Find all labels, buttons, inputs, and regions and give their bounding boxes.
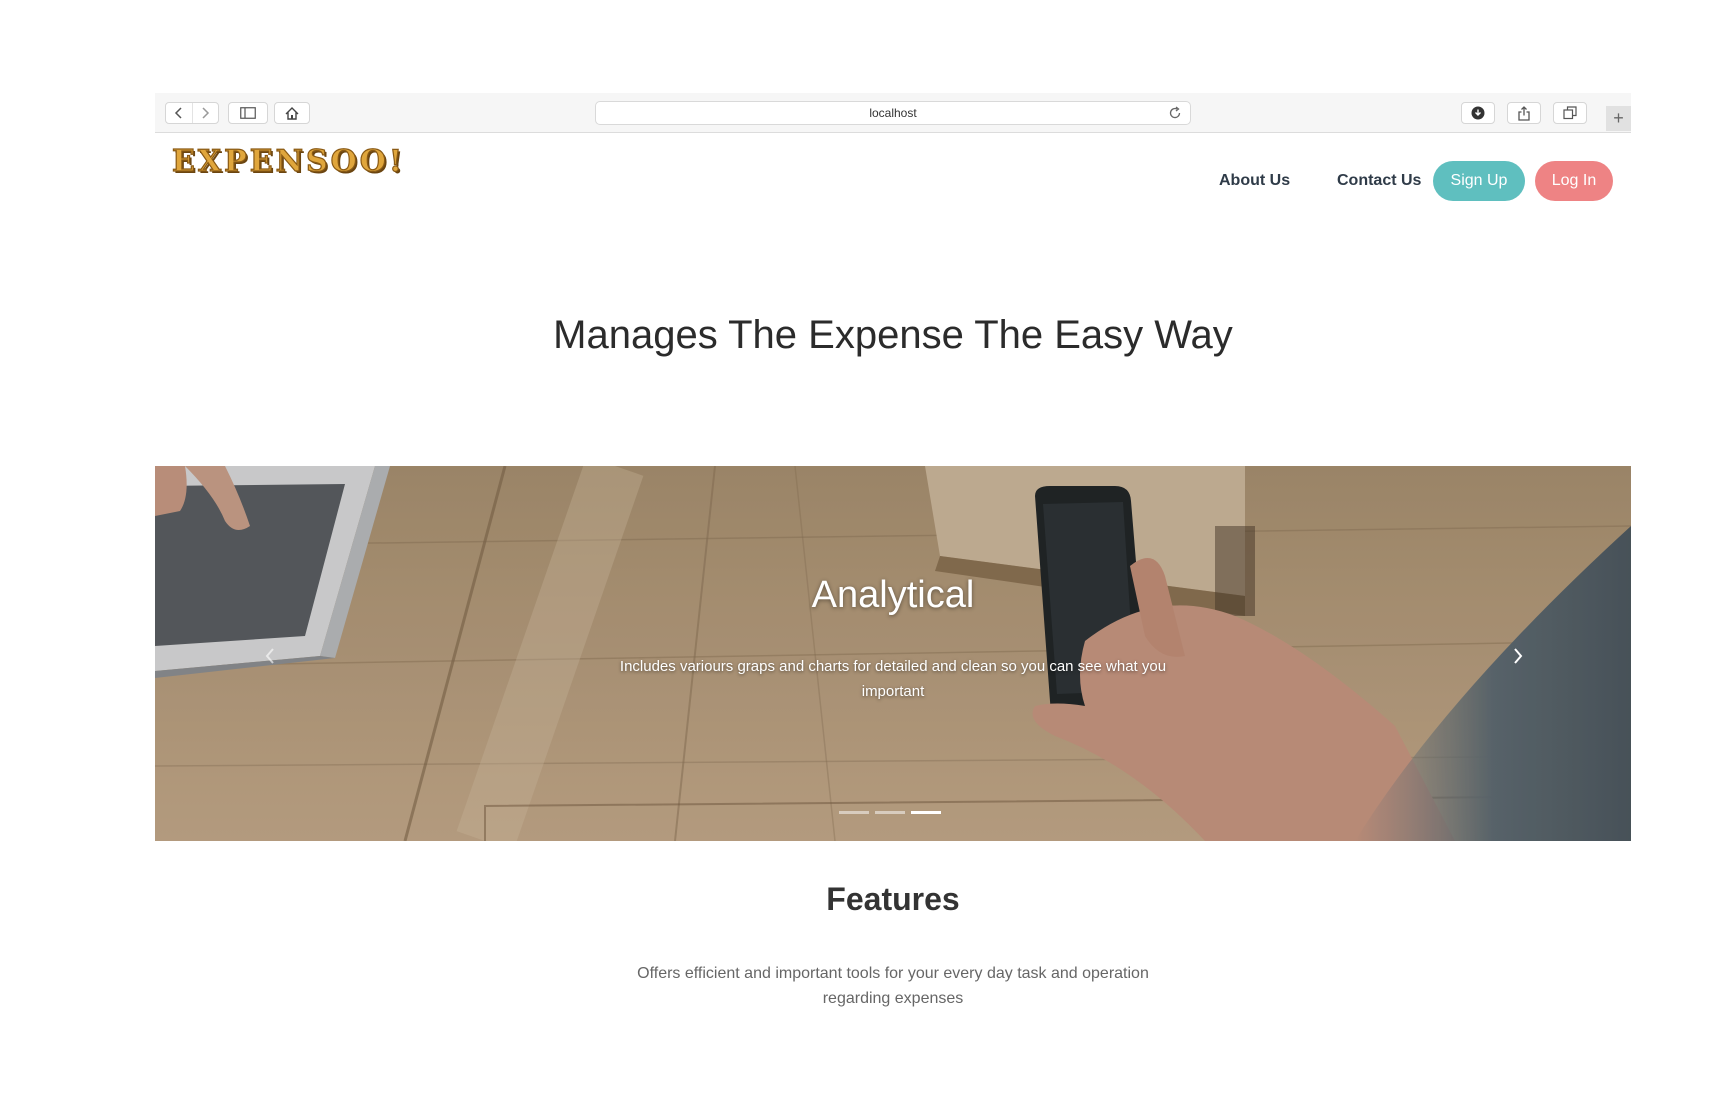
sign-up-button[interactable]: Sign Up xyxy=(1433,161,1525,201)
browser-window: localhost + EXPENSOO! About Us Contact U… xyxy=(155,93,1631,1043)
home-button[interactable] xyxy=(274,102,310,124)
carousel-prev-button[interactable] xyxy=(250,636,290,676)
plus-icon: + xyxy=(1613,108,1624,128)
carousel: Analytical Includes variours graps and c… xyxy=(155,466,1631,841)
tabs-overview-button[interactable] xyxy=(1553,102,1587,124)
new-tab-button[interactable]: + xyxy=(1606,106,1631,131)
back-button[interactable] xyxy=(166,103,192,123)
sidebar-icon xyxy=(240,107,256,119)
carousel-indicators xyxy=(839,811,941,814)
site-logo[interactable]: EXPENSOO! xyxy=(171,146,405,177)
nav-buttons xyxy=(165,102,219,124)
slide-title: Analytical xyxy=(811,574,975,616)
sidebar-toggle-button[interactable] xyxy=(228,102,268,124)
features-description: Offers efficient and important tools for… xyxy=(637,965,1149,1007)
carousel-indicator[interactable] xyxy=(839,811,869,814)
hero-title: Manages The Expense The Easy Way xyxy=(553,313,1233,357)
chevron-left-icon xyxy=(265,648,274,664)
slide-caption: Includes variours graps and charts for d… xyxy=(619,658,1167,700)
downloads-button[interactable] xyxy=(1461,102,1495,124)
reload-icon[interactable] xyxy=(1168,106,1182,120)
carousel-indicator[interactable] xyxy=(875,811,905,814)
address-bar[interactable]: localhost xyxy=(595,101,1191,125)
browser-toolbar: localhost + xyxy=(155,93,1631,133)
nav-contact-us-link[interactable]: Contact Us xyxy=(1337,173,1421,189)
features-title: Features xyxy=(826,881,960,917)
address-text: localhost xyxy=(869,106,917,120)
home-icon xyxy=(285,106,299,120)
forward-icon xyxy=(202,107,210,119)
back-icon xyxy=(174,107,182,119)
log-in-button[interactable]: Log In xyxy=(1535,161,1613,201)
carousel-next-button[interactable] xyxy=(1498,636,1538,676)
nav-about-us-link[interactable]: About Us xyxy=(1219,173,1290,189)
carousel-indicator-active[interactable] xyxy=(911,811,941,814)
share-button[interactable] xyxy=(1507,102,1541,124)
download-icon xyxy=(1471,106,1485,120)
tabs-icon xyxy=(1563,106,1577,120)
share-icon xyxy=(1518,105,1530,121)
forward-button[interactable] xyxy=(191,103,219,123)
chevron-right-icon xyxy=(1514,648,1523,664)
